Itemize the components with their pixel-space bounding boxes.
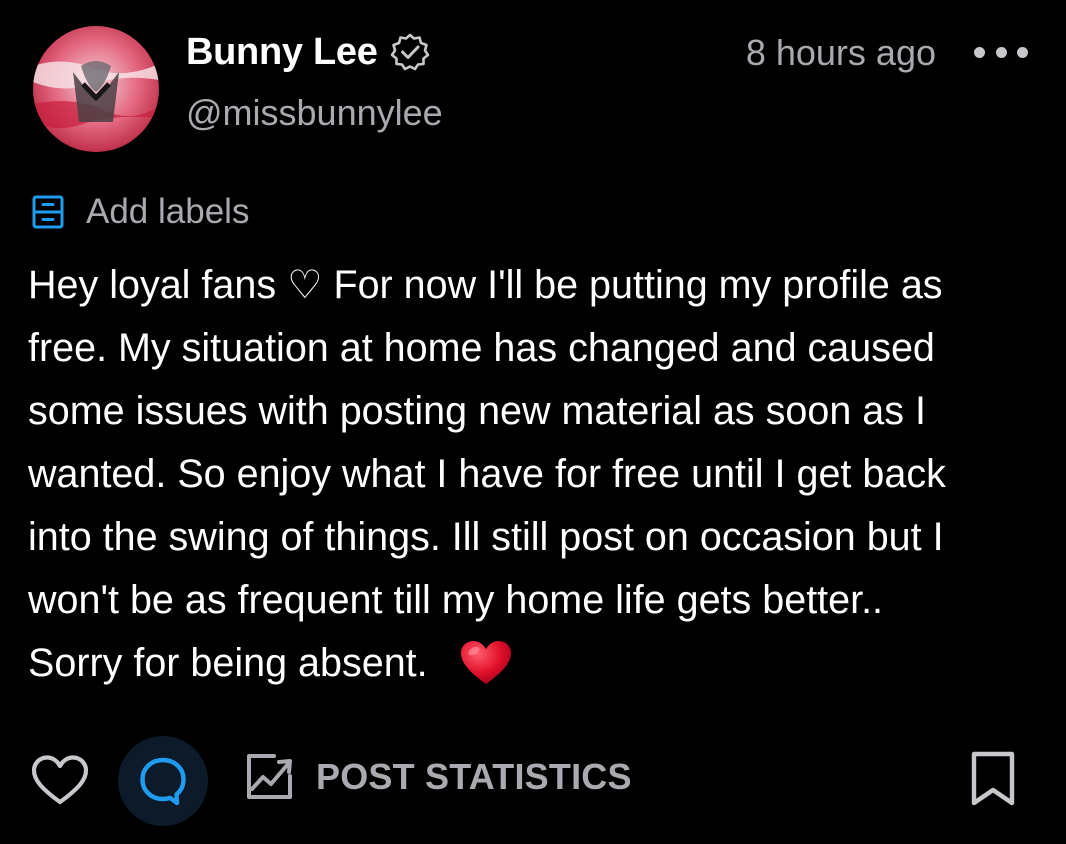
- more-dot-icon: [1017, 46, 1028, 58]
- heart-outline-icon[interactable]: [28, 748, 92, 812]
- bookmark-icon[interactable]: [966, 750, 1020, 808]
- verified-badge-icon: [390, 33, 429, 71]
- author-name-row[interactable]: Bunny Lee: [186, 28, 430, 76]
- comment-button[interactable]: [118, 736, 208, 826]
- post-card: Bunny Lee @missbunnylee 8 hours ago Add …: [0, 0, 1066, 844]
- more-dot-icon: [995, 46, 1007, 58]
- avatar[interactable]: [33, 26, 159, 152]
- post-action-bar: POST STATISTICS: [0, 724, 1066, 834]
- more-dot-icon: [974, 46, 985, 58]
- more-options-button[interactable]: [974, 34, 1028, 70]
- chart-image-icon: [247, 754, 292, 799]
- add-labels-label: Add labels: [86, 192, 250, 231]
- post-statistics-label: POST STATISTICS: [316, 756, 632, 797]
- author-display-name[interactable]: Bunny Lee: [186, 31, 378, 74]
- red-heart-emoji: [461, 641, 511, 684]
- post-body-text: Hey loyal fans ♡ For now I'll be putting…: [28, 263, 946, 685]
- add-labels-button[interactable]: Add labels: [30, 190, 249, 234]
- comment-bubble-icon: [140, 757, 186, 806]
- author-handle[interactable]: @missbunnylee: [186, 92, 443, 134]
- post-timestamp: 8 hours ago: [745, 32, 936, 73]
- post-statistics-button[interactable]: POST STATISTICS: [244, 752, 632, 802]
- labels-drawer-icon: [32, 195, 64, 229]
